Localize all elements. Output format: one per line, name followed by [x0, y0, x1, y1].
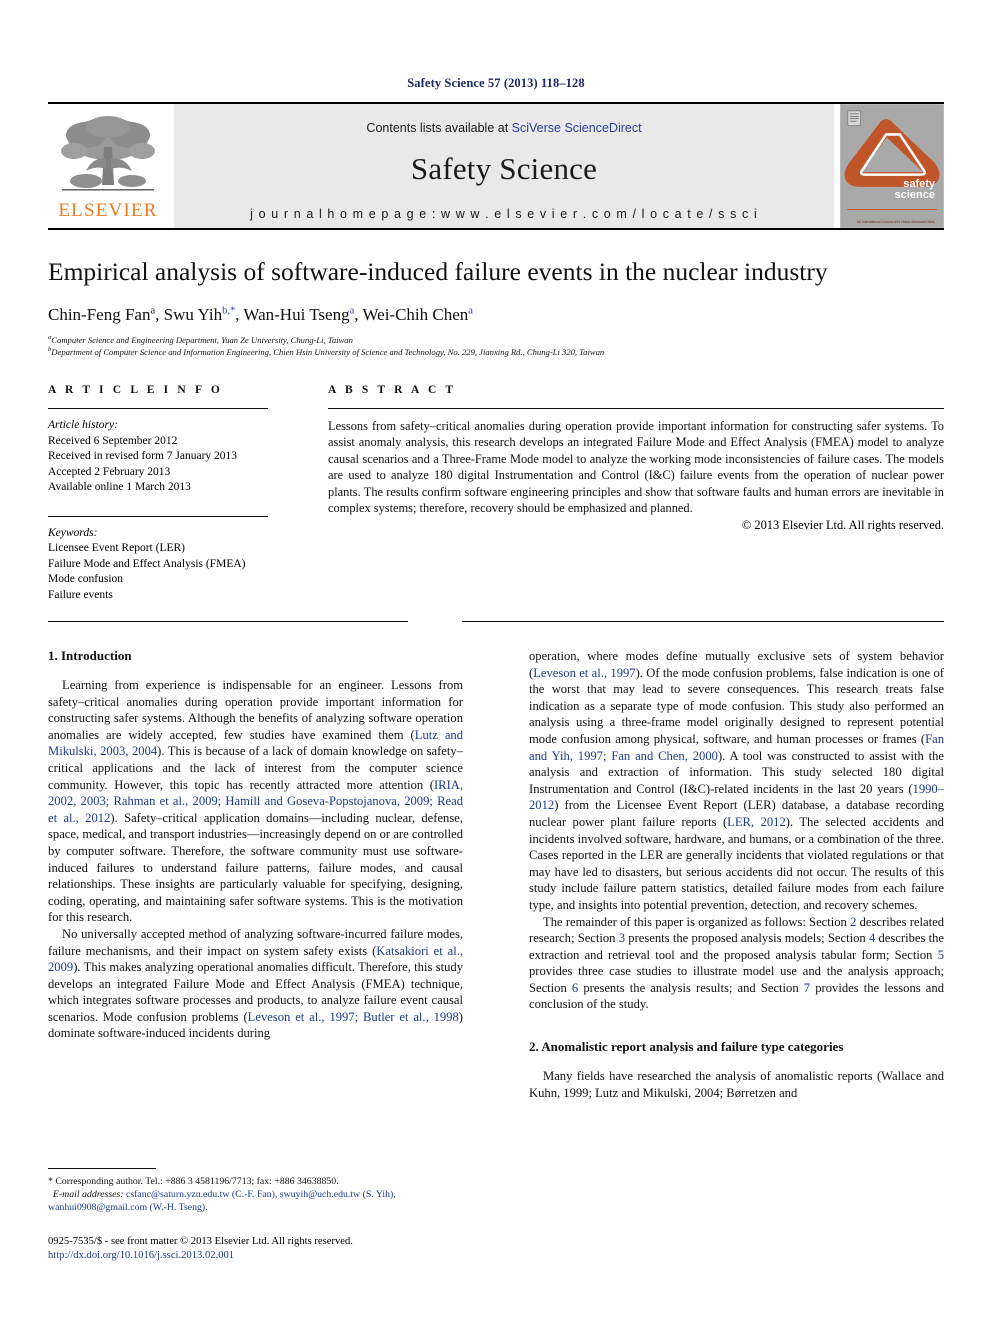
doi-link[interactable]: http://dx.doi.org/10.1016/j.ssci.2013.02… [48, 1249, 508, 1263]
body-column-right: operation, where modes define mutually e… [529, 648, 944, 1101]
article-history-item: Received in revised form 7 January 2013 [48, 450, 238, 462]
affiliation-item: aComputer Science and Engineering Depart… [48, 334, 944, 347]
section-1-title: 1. Introduction [48, 648, 132, 663]
abstract-rule [328, 408, 944, 409]
journal-homepage-line[interactable]: j o u r n a l h o m e p a g e : w w w . … [250, 207, 758, 221]
journal-band: Contents lists available at SciVerse Sci… [174, 104, 834, 228]
author-name: Wan-Hui Tseng [243, 305, 350, 324]
page-title: Empirical analysis of software-induced f… [48, 257, 828, 286]
article-history-item: Available online 1 March 2013 [48, 481, 191, 493]
issn-doi-block: 0925-7535/$ - see front matter © 2013 El… [48, 1235, 508, 1263]
affiliation-text: Department of Computer Science and Infor… [51, 346, 605, 357]
author-name: Swu Yih [163, 305, 223, 324]
title-block: Empirical analysis of software-induced f… [48, 257, 944, 358]
body-rule-gap [408, 621, 462, 622]
cover-footer-text: An International Journal of In Honor Adv… [856, 219, 935, 224]
article-page: Safety Science 57 (2013) 118–128 ELSEVIE… [0, 0, 992, 1323]
info-abstract-region: A R T I C L E I N F O Article history: R… [48, 384, 944, 603]
affiliation-item: bDepartment of Computer Science and Info… [48, 346, 944, 359]
keyword-item: Licensee Event Report (LER) [48, 542, 185, 554]
article-history-label: Article history: [48, 419, 118, 431]
copyright-line: © 2013 Elsevier Ltd. All rights reserved… [741, 518, 944, 533]
section-1-paragraph-4: The remainder of this paper is organized… [529, 914, 945, 1012]
article-history-item: Received 6 September 2012 [48, 434, 178, 447]
contents-available-line: Contents lists available at SciVerse Sci… [366, 121, 641, 135]
keywords-block: Keywords: Licensee Event Report (LER) Fa… [48, 515, 268, 604]
email-addresses-label: E-mail addresses: [52, 1189, 124, 1200]
corresponding-author-note: * Corresponding author. Tel.: +886 3 458… [48, 1176, 339, 1187]
author-name: Chin-Feng Fan [48, 305, 151, 324]
journal-masthead: ELSEVIER Contents lists available at Sci… [48, 104, 944, 228]
elsevier-logo: ELSEVIER [48, 104, 168, 228]
affiliation-text: Computer Science and Engineering Departm… [51, 335, 353, 345]
section-2-title: 2. Anomalistic report analysis and failu… [529, 1039, 844, 1055]
elsevier-wordmark: ELSEVIER [58, 200, 158, 221]
body-columns: 1. Introduction Learning from experience… [48, 648, 944, 1101]
abstract-text: Lessons from safety–critical anomalies d… [328, 419, 944, 516]
cover-title-label: safety science [895, 179, 935, 201]
article-history-item: Accepted 2 February 2013 [48, 465, 171, 478]
section-1-paragraph-2: No universally accepted method of analyz… [48, 926, 463, 1041]
body-rule-left [48, 621, 408, 622]
running-head: Safety Science 57 (2013) 118–128 [407, 76, 585, 90]
journal-title: Safety Science [410, 151, 598, 186]
body-column-left: 1. Introduction Learning from experience… [48, 648, 463, 1101]
elsevier-tree-icon [61, 116, 155, 191]
masthead-bottom-rule [48, 228, 944, 230]
author-affiliation-mark: a [349, 305, 355, 317]
email-addresses-note: E-mail addresses: csfanc@saturn.yzu.edu.… [48, 1188, 463, 1214]
article-info-column: A R T I C L E I N F O Article history: R… [48, 384, 298, 603]
keywords-label: Keywords: [48, 526, 98, 539]
abstract-heading: A B S T R A C T [328, 384, 457, 396]
section-1-paragraph-1: Learning from experience is indispensabl… [48, 678, 463, 925]
contents-prefix: Contents lists available at [366, 121, 512, 135]
footnote-area: * Corresponding author. Tel.: +886 3 458… [48, 1168, 463, 1214]
section-1-paragraph-3: operation, where modes define mutually e… [529, 649, 944, 912]
abstract-column: A B S T R A C T Lessons from safety–crit… [298, 384, 944, 603]
keyword-item: Mode confusion [48, 573, 124, 585]
author-list: Chin-Feng Fana, Swu Yihb,*, Wan-Hui Tsen… [48, 305, 473, 324]
cover-title-line2: science [894, 189, 935, 201]
sciencedirect-link[interactable]: SciVerse ScienceDirect [512, 121, 642, 135]
journal-cover-thumbnail: safety science An International Journal … [840, 104, 944, 228]
issn-line: 0925-7535/$ - see front matter © 2013 El… [48, 1236, 353, 1247]
article-info-heading: A R T I C L E I N F O [48, 384, 223, 396]
keyword-item: Failure Mode and Effect Analysis (FMEA) [48, 557, 246, 570]
author-name: Wei-Chih Chen [362, 305, 469, 324]
keywords-rule [48, 515, 268, 517]
keyword-item: Failure events [48, 588, 113, 601]
author-affiliation-mark: b,* [222, 305, 236, 317]
affiliation-list: aComputer Science and Engineering Depart… [48, 334, 944, 359]
author-affiliation-mark: a [150, 305, 156, 317]
body-rule-right [462, 621, 944, 622]
footnote-rule [48, 1168, 156, 1169]
author-affiliation-mark: a [468, 305, 473, 317]
body-separator-rules [48, 621, 944, 622]
section-2-paragraph-1: Many fields have researched the analysis… [529, 1069, 944, 1100]
cover-divider [847, 209, 937, 210]
article-info-rule [48, 408, 268, 409]
